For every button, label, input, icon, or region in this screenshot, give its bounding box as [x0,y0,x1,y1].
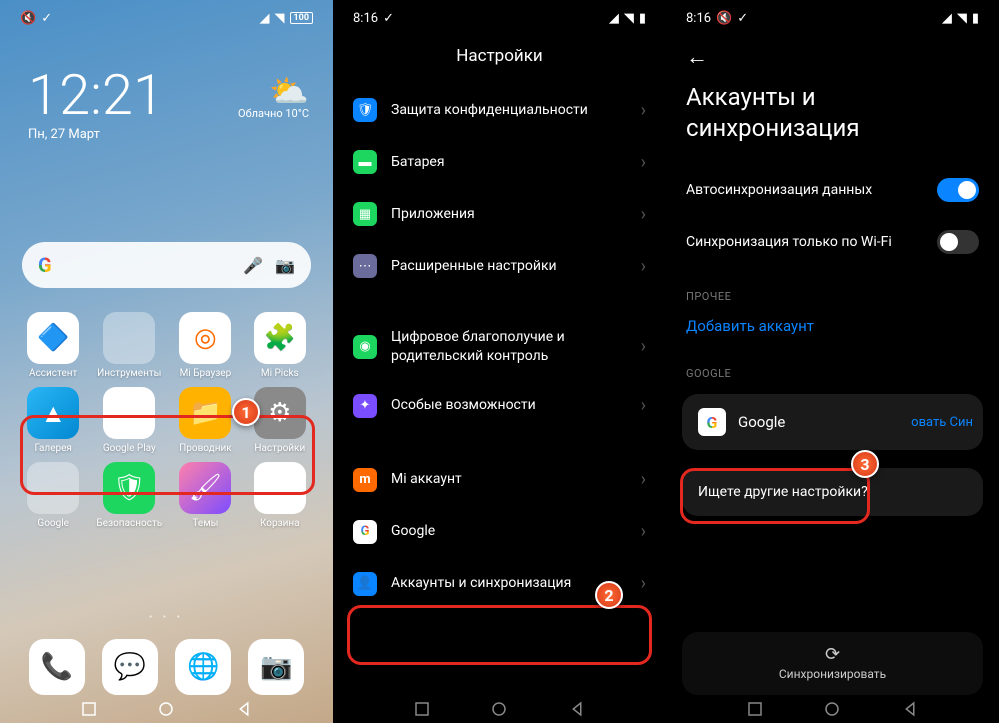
nav-bar [333,695,666,723]
chevron-icon: › [641,204,646,225]
google-icon: G [698,408,726,436]
settings-list: 🛡Защита конфиденциальности› ▬Батарея› ▦П… [333,84,666,610]
weather-icon: ⛅ [238,75,309,107]
dock-phone[interactable]: 📞 [29,639,85,695]
wifi-icon: ◥ [957,11,967,26]
phone-home-screen: 🔇 ✓ ◢ ◥ 100 12:21 Пн, 27 Март ⛅ Облачно … [0,0,333,723]
toggle-autosync[interactable] [937,178,979,202]
dock-chrome[interactable]: 🌐 [175,639,231,695]
app-security[interactable]: 🛡Безопасность [96,462,162,529]
nav-bar [666,695,999,723]
nav-recents[interactable] [413,700,431,718]
nav-bar [0,695,333,723]
header: ← [666,32,999,70]
google-g-icon: G [38,253,52,277]
status-bar: 8:16🔇✓ ◢◥▮ [666,0,999,32]
step-badge-3: 3 [851,450,879,478]
mute-icon: 🔇 [20,11,36,26]
nav-recents[interactable] [746,700,764,718]
section-other: ПРОЧЕЕ [666,268,999,311]
clock-date: Пн, 27 Март [28,127,305,142]
nav-home[interactable] [157,700,175,718]
nav-home[interactable] [823,700,841,718]
mute-icon: 🔇 [716,11,732,26]
phone-settings-list: 8:16✓ ◢◥▮ Настройки 🛡Защита конфиденциал… [333,0,666,723]
highlight-step-2 [347,605,652,665]
status-bar: 🔇 ✓ ◢ ◥ 100 [0,0,333,32]
row-autosync[interactable]: Автосинхронизация данных [666,164,999,216]
row-apps[interactable]: ▦Приложения› [353,188,646,240]
add-account-link[interactable]: Добавить аккаунт [666,311,999,345]
wifi-icon: ◥ [275,11,285,26]
row-google[interactable]: GGoogle› [353,506,646,558]
app-gallery[interactable]: ▲Галерея [22,387,84,454]
chevron-icon: › [641,521,646,542]
app-assistant[interactable]: 🔷Ассистент [22,312,84,379]
sync-icon: ⟳ [696,646,969,664]
app-grid: 🔷Ассистент Инструменты ◎Mi Браузер 🧩Mi P… [0,288,333,529]
page-title: Аккаунты и синхронизация [666,70,999,164]
swipe-actions[interactable]: овать Син [911,415,973,430]
signal-icon: ◢ [260,11,270,26]
app-file-manager[interactable]: 📁Проводник [174,387,236,454]
status-bar: 8:16✓ ◢◥▮ [333,0,666,32]
voice-icon[interactable]: 🎤 [243,256,263,275]
toggle-wifi-only[interactable] [937,230,979,254]
dock: 📞 💬 🌐 📷 [0,639,333,695]
chevron-icon: › [641,469,646,490]
battery-indicator: 100 [290,12,314,24]
signal-icon: ◢ [609,11,619,26]
settings-title: Настройки [333,32,666,84]
wifi-icon: ◥ [624,11,634,26]
check-icon: ✓ [383,11,394,26]
nav-back[interactable] [901,700,919,718]
app-tools-folder[interactable]: Инструменты [96,312,162,379]
battery-icon: ▮ [639,11,646,26]
chevron-icon: › [641,100,646,121]
back-button[interactable]: ← [686,45,708,70]
weather-widget[interactable]: ⛅ Облачно 10°C [238,75,309,120]
chevron-icon: › [641,256,646,277]
chevron-icon: › [641,395,646,416]
chevron-icon: › [641,152,646,173]
battery-icon: ▮ [972,11,979,26]
row-advanced[interactable]: ⋯Расширенные настройки› [353,240,646,292]
lens-icon[interactable]: 📷 [275,256,295,275]
signal-icon: ◢ [942,11,952,26]
row-privacy[interactable]: 🛡Защита конфиденциальности› [353,84,646,136]
dock-messages[interactable]: 💬 [102,639,158,695]
app-themes[interactable]: 🖌Темы [174,462,236,529]
page-indicator: • • • [0,612,333,623]
nav-back[interactable] [568,700,586,718]
app-google-folder[interactable]: Google [22,462,84,529]
step-badge-1: 1 [232,398,260,426]
nav-back[interactable] [235,700,253,718]
check-icon: ✓ [41,11,52,26]
google-search-bar[interactable]: G 🎤 📷 [22,242,311,288]
other-settings-card[interactable]: Ищете другие настройки? [682,468,983,516]
nav-recents[interactable] [80,700,98,718]
google-account-row[interactable]: G Google овать Син [682,394,983,450]
row-wellbeing[interactable]: ◉Цифровое благополучие и родительский ко… [353,314,646,380]
step-badge-2: 2 [595,581,623,609]
sync-button[interactable]: ⟳ Синхронизировать [682,632,983,695]
section-google: GOOGLE [666,345,999,388]
app-mi-browser[interactable]: ◎Mi Браузер [174,312,236,379]
row-wifi-only[interactable]: Синхронизация только по Wi-Fi [666,216,999,268]
chevron-icon: › [641,573,646,594]
chevron-icon: › [641,336,646,357]
nav-home[interactable] [490,700,508,718]
app-trash[interactable]: 🗑Корзина [249,462,311,529]
app-google-play[interactable]: ▶Google Play [96,387,162,454]
phone-accounts-sync: 8:16🔇✓ ◢◥▮ ← Аккаунты и синхронизация Ав… [666,0,999,723]
row-accessibility[interactable]: ✦Особые возможности› [353,380,646,432]
check-icon: ✓ [737,11,748,26]
dock-camera[interactable]: 📷 [248,639,304,695]
app-settings[interactable]: ⚙Настройки [249,387,311,454]
google-label: Google [738,413,785,431]
row-battery[interactable]: ▬Батарея› [353,136,646,188]
app-mi-picks[interactable]: 🧩Mi Picks [249,312,311,379]
row-mi-account[interactable]: mMi аккаунт› [353,454,646,506]
